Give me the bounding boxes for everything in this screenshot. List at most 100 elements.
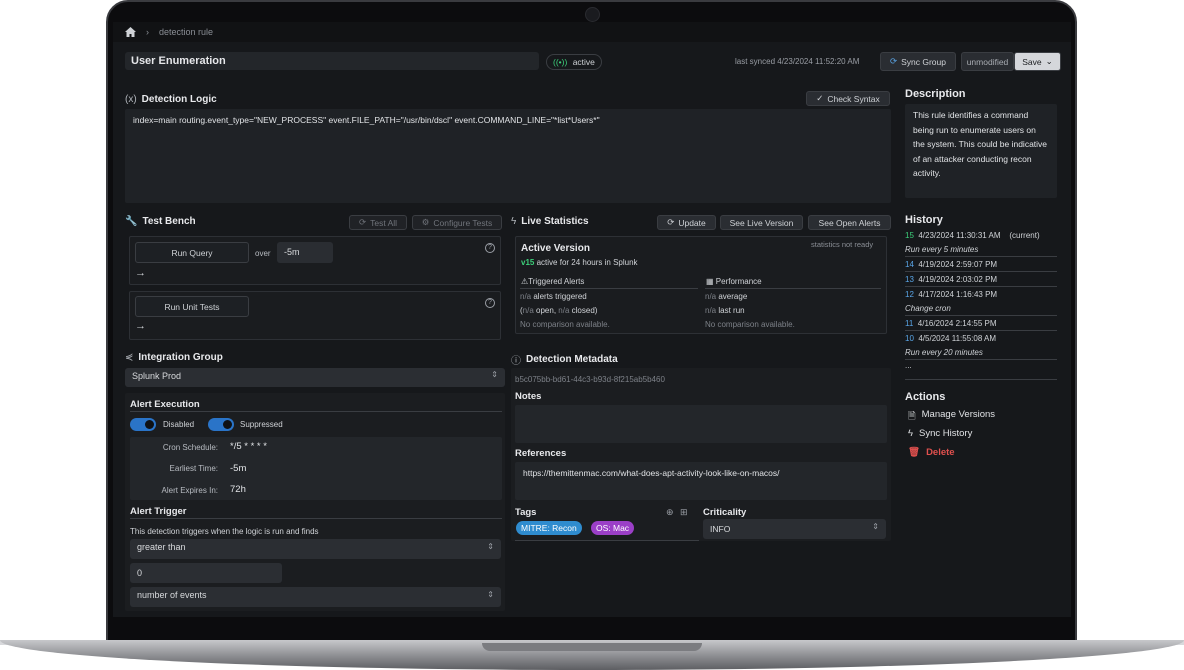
active-version-info: v15 active for 24 hours in Splunk [521, 258, 638, 267]
comparator-select[interactable]: greater than ⇕ [130, 539, 501, 559]
camera-icon [585, 7, 600, 22]
add-tag-icon[interactable]: ⊕ [666, 507, 674, 518]
stat-label: last run [718, 306, 745, 315]
history-title: History [905, 214, 943, 226]
open-closed-stat: (n/a open, n/a closed) [520, 306, 598, 315]
alert-expires-input[interactable]: 72h [230, 484, 246, 495]
broadcast-icon: ((•)) [553, 57, 568, 67]
description-text[interactable]: This rule identifies a command being run… [905, 104, 1057, 198]
notes-label: Notes [515, 391, 542, 402]
references-label: References [515, 448, 567, 459]
history-more[interactable]: ... [905, 361, 912, 370]
status-label: active [572, 57, 595, 67]
status-badge: ((•)) active [546, 54, 602, 70]
select-arrows-icon: ⇕ [487, 590, 494, 599]
lightning-icon: ϟ [511, 216, 517, 227]
alert-expires-label: Alert Expires In: [161, 486, 218, 495]
divider [905, 330, 1057, 331]
history-entry[interactable]: 12 4/17/2024 1:16:43 PM [905, 290, 997, 299]
check-syntax-label: Check Syntax [827, 93, 880, 104]
manage-versions-action[interactable]: 🗎 Manage Versions [908, 409, 995, 425]
unit-select[interactable]: number of events ⇕ [130, 587, 501, 607]
update-label: Update [678, 217, 706, 228]
save-button[interactable]: Save ⌄ [1014, 52, 1061, 71]
home-icon[interactable] [125, 27, 136, 37]
chart-icon: ▦ [706, 277, 714, 286]
run-unit-tests-button[interactable]: Run Unit Tests [135, 296, 249, 317]
history-entry[interactable]: 10 4/5/2024 11:55:08 AM [905, 334, 996, 343]
unit-result-arrow: → [135, 320, 146, 332]
integration-group-select[interactable]: Splunk Prod ⇕ [125, 368, 505, 387]
criticality-select[interactable]: INFO ⇕ [703, 519, 886, 539]
divider [905, 256, 1057, 257]
alerts-triggered-stat: n/a alerts triggered [520, 292, 587, 301]
stat-value: n/a [522, 306, 534, 315]
history-entry[interactable]: 14 4/19/2024 2:59:07 PM [905, 260, 997, 269]
tag-os-mac[interactable]: OS: Mac [591, 521, 635, 535]
test-all-button[interactable]: ⟳ Test All [349, 215, 407, 230]
notes-textarea[interactable] [515, 405, 887, 443]
actions-title: Actions [905, 391, 946, 403]
tag-mitre-recon[interactable]: MITRE: Recon [516, 521, 582, 535]
last-run-stat: n/a last run [705, 306, 745, 315]
timeframe-input[interactable]: -5m [277, 242, 333, 263]
laptop-notch [482, 643, 702, 651]
performance-title: Performance [715, 277, 762, 286]
select-arrows-icon: ⇕ [491, 370, 498, 379]
share-icon: ⋞ [125, 352, 134, 363]
see-open-alerts-button[interactable]: See Open Alerts [808, 215, 891, 230]
threshold-input[interactable]: 0 [130, 563, 282, 583]
earliest-time-input[interactable]: -5m [230, 463, 246, 474]
sync-history-action[interactable]: ϟ Sync History [908, 428, 972, 439]
average-stat: n/a average [705, 292, 747, 301]
check-syntax-button[interactable]: ✓ Check Syntax [806, 91, 890, 106]
history-timestamp: 4/19/2024 2:59:07 PM [918, 260, 998, 269]
suppressed-toggle[interactable] [208, 418, 234, 431]
active-for-text: active for 24 hours in Splunk [536, 258, 638, 267]
divider [905, 359, 1057, 360]
variable-icon: (x) [125, 94, 137, 105]
stat-label: open, [536, 306, 557, 315]
update-button[interactable]: ⟳ Update [657, 215, 716, 230]
history-entry[interactable]: 11 4/16/2024 2:14:55 PM [905, 319, 997, 328]
cron-schedule-input[interactable]: */5 * * * * [230, 441, 267, 452]
divider [905, 271, 1057, 272]
info-icon: ⓘ [511, 356, 521, 367]
run-query-button[interactable]: Run Query [135, 242, 249, 263]
help-icon[interactable]: ? [485, 243, 495, 253]
result-arrow: → [135, 267, 146, 279]
tag-grid-icon[interactable]: ⊞ [680, 507, 688, 518]
delete-action[interactable]: 🗑 Delete [908, 447, 955, 458]
divider [905, 315, 1057, 316]
sync-group-button[interactable]: ⟳ Sync Group [880, 52, 956, 71]
triggered-alerts-heading: ⚠Triggered Alerts [521, 277, 584, 286]
disabled-toggle[interactable] [130, 418, 156, 431]
detection-metadata-title: Detection Metadata [526, 354, 618, 365]
query-editor[interactable]: index=main routing.event_type="NEW_PROCE… [125, 109, 891, 203]
history-timestamp: 4/16/2024 2:14:55 PM [917, 319, 997, 328]
rule-name-field[interactable]: User Enumeration [125, 52, 539, 70]
configure-tests-button[interactable]: ⚙ Configure Tests [412, 215, 502, 230]
active-version-number: v15 [521, 258, 535, 267]
save-label: Save [1022, 56, 1042, 67]
lightning-icon: ϟ [908, 428, 914, 439]
history-version: 13 [905, 275, 914, 284]
references-textarea[interactable]: https://themittenmac.com/what-does-apt-a… [515, 462, 887, 500]
detection-logic-heading: (x) Detection Logic [125, 94, 217, 105]
delete-label: Delete [926, 447, 955, 458]
history-note: Run every 20 minutes [905, 348, 983, 357]
history-current-tag: (current) [1009, 231, 1040, 240]
over-label: over [255, 249, 271, 258]
history-version: 10 [905, 334, 914, 343]
comparator-value: greater than [137, 542, 186, 552]
refresh-icon: ⟳ [358, 217, 367, 227]
alert-trigger-description: This detection triggers when the logic i… [130, 527, 319, 536]
last-synced: last synced 4/23/2024 11:52:20 AM [735, 57, 860, 66]
history-entry[interactable]: 15 4/23/2024 11:30:31 AM (current) [905, 231, 1040, 240]
check-icon: ✓ [816, 93, 824, 103]
see-live-version-button[interactable]: See Live Version [720, 215, 803, 230]
divider [130, 411, 502, 412]
help-icon[interactable]: ? [485, 298, 495, 308]
history-entry[interactable]: 13 4/19/2024 2:03:02 PM [905, 275, 997, 284]
active-version-title: Active Version [521, 243, 590, 254]
